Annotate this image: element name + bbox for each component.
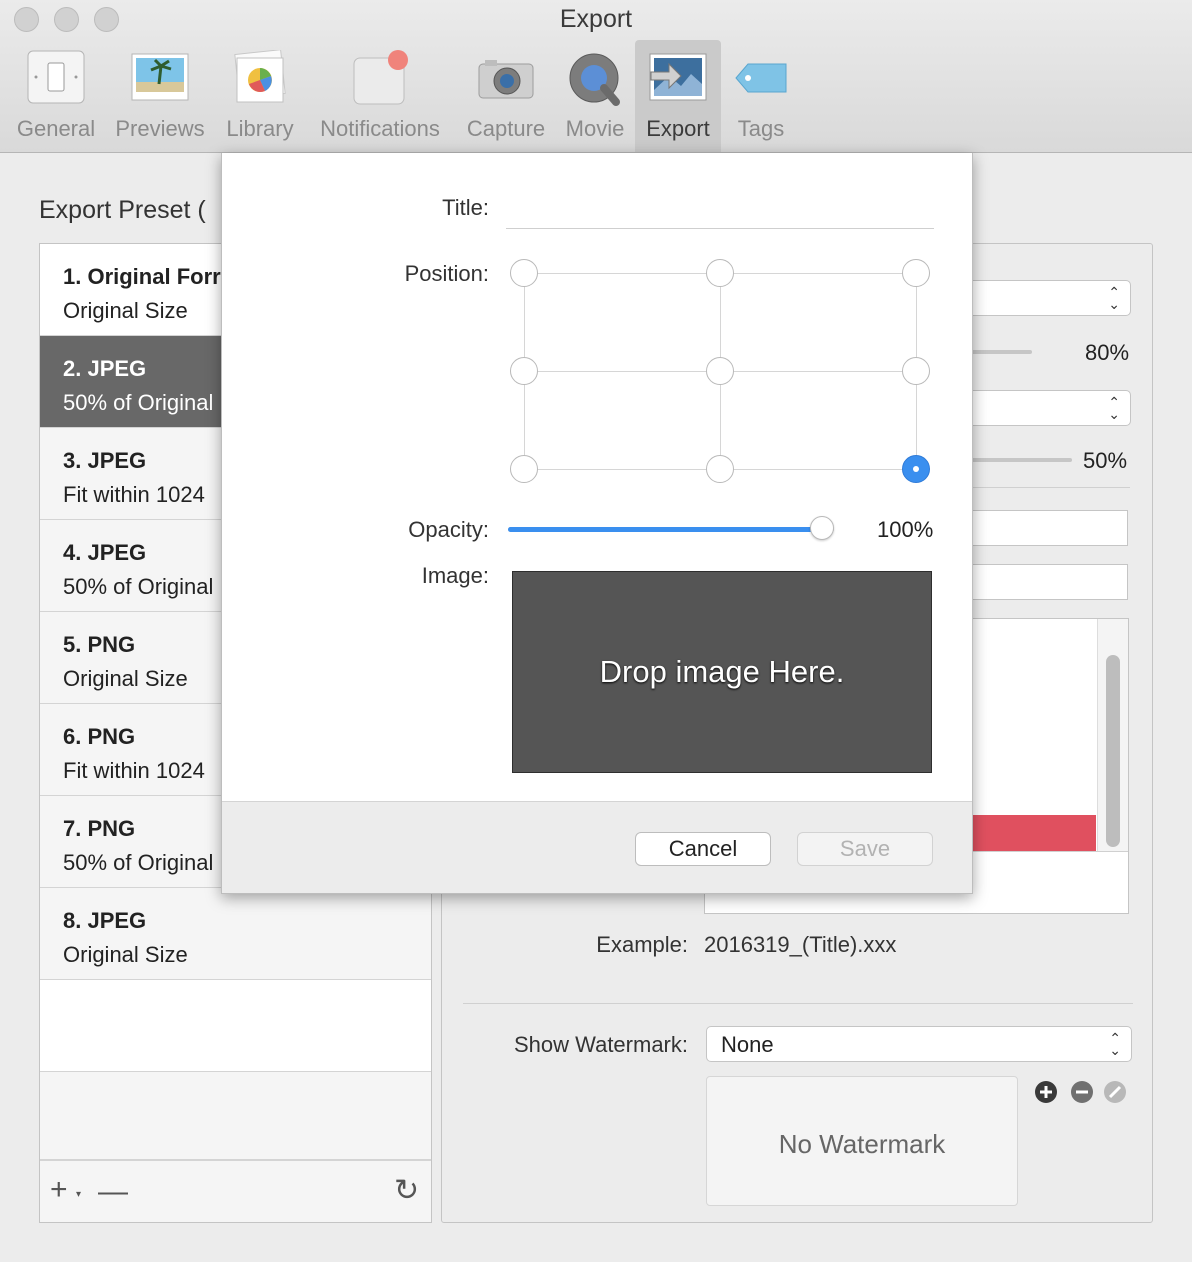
tab-notifications[interactable]: Notifications (310, 40, 450, 152)
reset-preset-button[interactable]: ↻ (394, 1173, 419, 1208)
opacity-slider-fill (508, 527, 822, 532)
previews-icon (131, 53, 189, 101)
position-middle-center[interactable] (706, 357, 734, 385)
watermark-select[interactable]: None ⌃ ⌄ (706, 1026, 1132, 1062)
example-value: 2016319_(Title).xxx (704, 932, 897, 957)
opacity-label: Opacity: (408, 517, 489, 542)
edit-watermark-icon[interactable] (1103, 1080, 1127, 1104)
scrollbar-thumb[interactable] (1106, 655, 1120, 847)
remove-preset-button[interactable]: — (98, 1175, 128, 1209)
tags-icon (735, 63, 787, 93)
show-watermark-label: Show Watermark: (513, 1032, 688, 1057)
opacity-slider-knob[interactable] (810, 516, 834, 540)
position-top-left[interactable] (510, 259, 538, 287)
position-middle-right[interactable] (902, 357, 930, 385)
folder-field[interactable] (962, 564, 1128, 600)
title-label: Title: (442, 195, 489, 220)
size-select[interactable]: ⌃ ⌄ (962, 390, 1131, 426)
divider (962, 487, 1130, 488)
image-label: Image: (421, 563, 489, 588)
cancel-button[interactable]: Cancel (635, 832, 771, 866)
scale-slider[interactable] (962, 458, 1072, 462)
save-button[interactable]: Save (797, 832, 933, 866)
tab-previews[interactable]: Previews (110, 40, 210, 152)
general-icon (27, 50, 85, 104)
image-drop-zone[interactable]: Drop image Here. (512, 571, 932, 773)
tab-movie[interactable]: Movie (560, 40, 630, 152)
window-title: Export (559, 5, 633, 33)
updown-arrows-icon: ⌃ ⌄ (1109, 1030, 1121, 1058)
scrollbar[interactable] (1097, 619, 1128, 851)
add-watermark-icon[interactable] (1034, 1080, 1058, 1104)
position-middle-left[interactable] (510, 357, 538, 385)
sheet-footer: Cancel Save (222, 801, 972, 893)
position-top-center[interactable] (706, 259, 734, 287)
position-bottom-center[interactable] (706, 455, 734, 483)
tab-general[interactable]: General (10, 40, 102, 152)
library-icon (234, 50, 286, 103)
scale-percent: 50% (1083, 448, 1128, 473)
list-empty-row (40, 1072, 431, 1160)
divider (463, 1003, 1133, 1004)
opacity-percent: 100% (877, 517, 934, 542)
notifications-icon (353, 50, 408, 105)
preset-item-8[interactable]: 8. JPEG Original Size (40, 888, 431, 980)
tab-export[interactable]: Export (635, 40, 721, 152)
list-footer: + ▾ — ↻ (40, 1160, 431, 1222)
watermark-preview: No Watermark (706, 1076, 1018, 1206)
capture-icon (478, 60, 534, 99)
position-top-right[interactable] (902, 259, 930, 287)
export-icon (649, 53, 707, 101)
position-bottom-right[interactable] (902, 455, 930, 483)
chevron-down-icon: ▾ (76, 1189, 82, 1200)
tab-capture[interactable]: Capture (458, 40, 554, 152)
position-bottom-left[interactable] (510, 455, 538, 483)
tab-tags[interactable]: Tags (726, 40, 796, 152)
movie-icon (569, 53, 620, 106)
filename-field[interactable] (962, 510, 1128, 546)
watermark-sheet: Title: Position: Opacity: 100% Image: Dr… (221, 153, 973, 894)
list-empty-row (40, 980, 431, 1072)
updown-arrows-icon: ⌃ ⌄ (1108, 284, 1120, 312)
quality-percent: 80% (1085, 340, 1130, 365)
position-label: Position: (404, 261, 489, 286)
tab-library[interactable]: Library (220, 40, 300, 152)
example-label: Example: (596, 932, 688, 957)
title-bar: Export General Previews Library Notifica… (0, 0, 1192, 153)
export-preset-heading: Export Preset ( (39, 196, 206, 224)
add-preset-button[interactable]: + (50, 1173, 68, 1207)
remove-watermark-icon[interactable] (1070, 1080, 1094, 1104)
updown-arrows-icon: ⌃ ⌄ (1108, 394, 1120, 422)
title-input[interactable] (506, 189, 934, 229)
opacity-slider[interactable] (508, 516, 834, 540)
format-select[interactable]: ⌃ ⌄ (962, 280, 1131, 316)
